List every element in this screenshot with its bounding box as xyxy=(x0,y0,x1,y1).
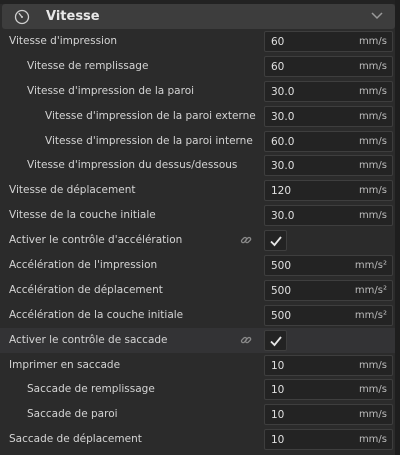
setting-value: 60 xyxy=(271,60,285,73)
setting-input[interactable]: 60 mm/s xyxy=(264,55,393,77)
setting-input[interactable]: 500 mm/s² xyxy=(264,255,393,277)
setting-label: Saccade de paroi xyxy=(27,408,118,421)
chevron-down-icon[interactable] xyxy=(371,12,383,20)
setting-value: 30.0 xyxy=(271,85,295,98)
setting-input[interactable]: 10 mm/s xyxy=(264,354,393,376)
setting-checkbox[interactable] xyxy=(264,230,287,252)
setting-input[interactable]: 500 mm/s² xyxy=(264,279,393,301)
setting-unit: mm/s xyxy=(358,85,387,97)
setting-label: Activer le contrôle d'accélération xyxy=(9,234,183,247)
setting-unit: mm/s² xyxy=(354,260,387,272)
setting-unit: mm/s² xyxy=(354,284,387,296)
setting-input[interactable]: 30.0 mm/s xyxy=(264,155,393,177)
setting-value: 500 xyxy=(271,260,292,273)
setting-value: 30.0 xyxy=(271,210,295,223)
setting-row: Accélération de la couche initiale 500 m… xyxy=(0,303,400,328)
setting-unit: mm/s xyxy=(358,210,387,222)
setting-row: Vitesse de remplissage 60 mm/s xyxy=(0,54,400,79)
setting-value: 10 xyxy=(271,434,285,447)
setting-input[interactable]: 30.0 mm/s xyxy=(264,105,393,127)
setting-label: Saccade de déplacement xyxy=(9,433,142,446)
setting-value: 60 xyxy=(271,36,285,48)
setting-input[interactable]: 30.0 mm/s xyxy=(264,80,393,102)
setting-input[interactable]: 30.0 mm/s xyxy=(264,205,393,227)
setting-value: 500 xyxy=(271,309,292,322)
setting-label: Vitesse de déplacement xyxy=(9,184,136,197)
setting-label: Vitesse d'impression de la paroi xyxy=(27,84,195,97)
setting-label: Activer le contrôle de saccade xyxy=(9,333,168,346)
gauge-icon xyxy=(14,9,30,25)
setting-input[interactable]: 10 mm/s xyxy=(264,379,393,401)
setting-input[interactable]: 60.0 mm/s xyxy=(264,130,393,152)
setting-row: Vitesse de déplacement 120 mm/s xyxy=(0,178,400,203)
setting-value: 60.0 xyxy=(271,135,295,148)
setting-unit: mm/s xyxy=(358,434,387,446)
setting-input[interactable]: 60 mm/s xyxy=(264,31,393,52)
setting-label: Vitesse de remplissage xyxy=(27,59,149,72)
setting-value: 30.0 xyxy=(271,160,295,173)
section-title: Vitesse xyxy=(46,9,100,24)
setting-label: Saccade de remplissage xyxy=(27,383,155,396)
setting-row: Activer le contrôle de saccade xyxy=(0,327,400,353)
setting-row: Saccade de paroi 10 mm/s xyxy=(0,402,400,427)
setting-row: Vitesse d'impression de la paroi interne… xyxy=(0,129,400,154)
setting-unit: mm/s xyxy=(358,185,387,197)
setting-unit: mm/s² xyxy=(354,309,387,321)
setting-unit: mm/s xyxy=(358,36,387,47)
setting-unit: mm/s xyxy=(358,359,387,371)
setting-unit: mm/s xyxy=(358,110,387,122)
setting-row: Accélération de déplacement 500 mm/s² xyxy=(0,278,400,303)
setting-row: Saccade de remplissage 10 mm/s xyxy=(0,377,400,402)
setting-input[interactable]: 10 mm/s xyxy=(264,404,393,426)
setting-unit: mm/s xyxy=(358,60,387,72)
setting-label: Imprimer en saccade xyxy=(9,358,121,371)
link-icon[interactable] xyxy=(240,334,252,346)
setting-label: Accélération de déplacement xyxy=(9,283,163,296)
setting-label: Accélération de la couche initiale xyxy=(9,308,184,321)
setting-value: 30.0 xyxy=(271,110,295,123)
setting-row: Vitesse d'impression de la paroi 30.0 mm… xyxy=(0,79,400,104)
setting-checkbox[interactable] xyxy=(264,329,287,351)
section-header-speed[interactable]: Vitesse xyxy=(2,4,395,29)
setting-label: Vitesse d'impression de la paroi externe xyxy=(45,109,256,122)
setting-label: Accélération de l'impression xyxy=(9,259,158,272)
scrollbar[interactable] xyxy=(395,0,400,455)
setting-row: Vitesse d'impression du dessus/dessous 3… xyxy=(0,153,400,178)
setting-value: 10 xyxy=(271,409,285,422)
setting-unit: mm/s xyxy=(358,135,387,147)
setting-row: Vitesse de la couche initiale 30.0 mm/s xyxy=(0,203,400,228)
setting-input[interactable]: 10 mm/s xyxy=(264,429,393,451)
setting-unit: mm/s xyxy=(358,160,387,172)
setting-value: 500 xyxy=(271,284,292,297)
setting-input[interactable]: 500 mm/s² xyxy=(264,304,393,326)
setting-label: Vitesse de la couche initiale xyxy=(9,209,156,222)
link-icon[interactable] xyxy=(240,234,252,246)
setting-row: Saccade de déplacement 10 mm/s xyxy=(0,427,400,452)
setting-unit: mm/s xyxy=(358,384,387,396)
setting-value: 120 xyxy=(271,185,292,198)
setting-input[interactable]: 120 mm/s xyxy=(264,180,393,202)
setting-row: Vitesse d'impression de la paroi externe… xyxy=(0,104,400,129)
setting-value: 10 xyxy=(271,359,285,372)
setting-row: Accélération de l'impression 500 mm/s² xyxy=(0,253,400,278)
checkmark-icon xyxy=(270,236,282,247)
checkmark-icon xyxy=(270,336,282,347)
setting-unit: mm/s xyxy=(358,409,387,421)
setting-row: Imprimer en saccade 10 mm/s xyxy=(0,353,400,378)
settings-list: Vitesse d'impression 60 mm/s Vitesse de … xyxy=(0,29,400,452)
setting-label: Vitesse d'impression du dessus/dessous xyxy=(27,159,238,172)
setting-label: Vitesse d'impression de la paroi interne xyxy=(45,134,253,147)
setting-row: Activer le contrôle d'accélération xyxy=(0,228,400,253)
setting-value: 10 xyxy=(271,384,285,397)
setting-label: Vitesse d'impression xyxy=(9,35,118,47)
setting-row: Vitesse d'impression 60 mm/s xyxy=(0,29,400,54)
